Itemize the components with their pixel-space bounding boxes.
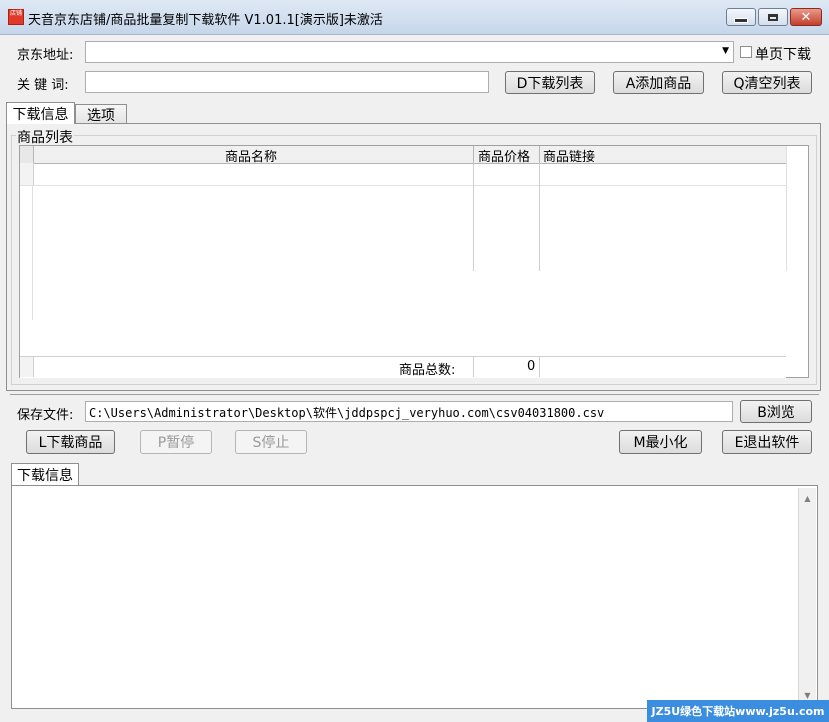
grid-header	[20, 146, 786, 164]
minimize-app-button[interactable]: M最小化	[619, 430, 702, 454]
save-path-field[interactable]: C:\Users\Administrator\Desktop\软件\jddpsp…	[85, 401, 733, 422]
tab-log[interactable]: 下载信息	[11, 463, 79, 485]
browse-button[interactable]: B浏览	[740, 400, 812, 423]
download-list-button[interactable]: D下载列表	[505, 71, 595, 94]
column-separator	[539, 146, 540, 163]
download-products-button[interactable]: L下载商品	[26, 430, 115, 454]
app-icon-text: 店铺	[9, 10, 22, 17]
keyword-label: 关 键 词:	[17, 78, 69, 93]
column-line	[473, 163, 474, 271]
column-line	[473, 357, 474, 377]
tab-options[interactable]: 选项	[75, 104, 127, 124]
keyword-input[interactable]	[85, 71, 489, 93]
divider	[10, 394, 819, 395]
footer-indicator	[20, 357, 34, 377]
close-icon: ✕	[800, 9, 812, 25]
total-label: 商品总数:	[399, 363, 456, 378]
address-label: 京东地址:	[17, 48, 74, 63]
single-page-label: 单页下载	[755, 47, 811, 63]
watermark: JZ5U绿色下载站www.jz5u.com	[647, 700, 829, 722]
dropdown-arrow-icon[interactable]: ▼	[722, 46, 729, 56]
single-page-checkbox[interactable]	[740, 46, 752, 58]
column-line	[32, 185, 33, 320]
minimize-window-button[interactable]	[726, 8, 756, 26]
save-file-label: 保存文件:	[17, 408, 74, 423]
address-combobox[interactable]: ▼	[85, 41, 734, 63]
table-row[interactable]	[20, 163, 786, 186]
log-scrollbar[interactable]: ▲ ▼	[798, 488, 816, 706]
column-line	[786, 146, 787, 271]
app-icon: 店铺	[8, 9, 24, 25]
total-value: 0	[527, 359, 536, 374]
product-list-title: 商品列表	[16, 127, 74, 147]
maximize-icon	[768, 13, 778, 21]
tab-download-info[interactable]: 下载信息	[6, 102, 75, 124]
pause-button[interactable]: P暂停	[140, 430, 212, 454]
add-product-button[interactable]: A添加商品	[613, 71, 704, 94]
clear-list-button[interactable]: Q清空列表	[722, 71, 812, 94]
stop-button[interactable]: S停止	[235, 430, 307, 454]
exit-app-button[interactable]: E退出软件	[722, 430, 812, 454]
column-separator	[473, 146, 474, 163]
close-window-button[interactable]: ✕	[790, 8, 822, 26]
row-indicator	[20, 163, 34, 185]
scroll-up-icon[interactable]: ▲	[799, 494, 816, 503]
window-title: 天音京东店铺/商品批量复制下载软件 V1.01.1[演示版]未激活	[28, 13, 383, 28]
minimize-icon	[734, 17, 748, 23]
grid-corner	[20, 146, 34, 163]
maximize-window-button[interactable]	[758, 8, 788, 26]
address-input[interactable]	[88, 43, 708, 61]
scroll-down-icon[interactable]: ▼	[799, 691, 816, 700]
log-area[interactable]	[11, 485, 818, 709]
column-line	[539, 357, 540, 377]
column-line	[539, 163, 540, 271]
